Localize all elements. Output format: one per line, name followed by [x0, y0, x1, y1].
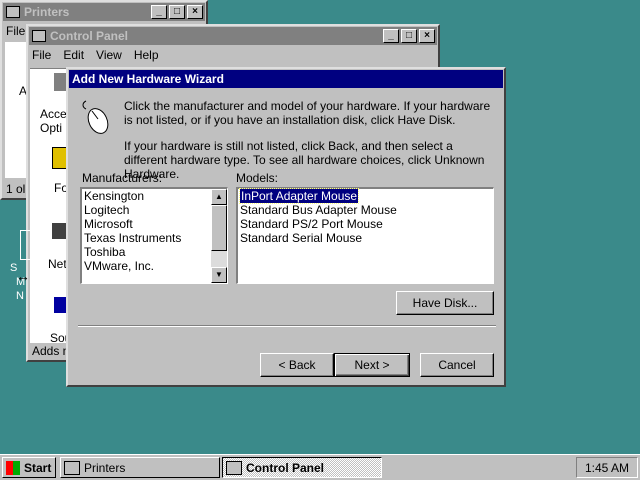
control-panel-titlebar[interactable]: Control Panel _ □ ×: [29, 27, 437, 45]
windows-logo-icon: [6, 460, 20, 475]
scroll-thumb[interactable]: [211, 205, 227, 251]
list-item[interactable]: Standard Bus Adapter Mouse: [238, 203, 493, 217]
wizard-title: Add New Hardware Wizard: [72, 72, 224, 86]
wizard-dialog: Add New Hardware Wizard Click the manufa…: [66, 67, 506, 387]
mouse-icon: [82, 100, 109, 134]
wizard-titlebar[interactable]: Add New Hardware Wizard: [69, 70, 503, 88]
scroll-up-icon[interactable]: ▲: [211, 189, 227, 205]
scroll-down-icon[interactable]: ▼: [211, 267, 227, 283]
back-button[interactable]: < Back: [260, 353, 334, 377]
control-panel-title: Control Panel: [50, 29, 129, 43]
printer-icon: [64, 460, 80, 475]
taskbar-item-label: Printers: [84, 460, 126, 475]
wizard-instruction-2: If your hardware is still not listed, cl…: [124, 139, 485, 181]
close-button[interactable]: ×: [419, 29, 435, 43]
maximize-button[interactable]: □: [169, 5, 185, 19]
menu-file[interactable]: File: [32, 48, 51, 62]
control-panel-icon: [32, 30, 46, 42]
list-item[interactable]: VMware, Inc.: [82, 259, 227, 273]
close-button[interactable]: ×: [187, 5, 203, 19]
manufacturers-label: Manufacturers:: [82, 171, 163, 185]
minimize-button[interactable]: _: [383, 29, 399, 43]
list-item-selected[interactable]: InPort Adapter Mouse: [238, 188, 493, 204]
list-item[interactable]: Logitech: [82, 203, 227, 217]
printers-content: A: [5, 42, 27, 178]
start-label: Start: [24, 460, 52, 475]
maximize-button[interactable]: □: [401, 29, 417, 43]
taskbar-item-control-panel[interactable]: Control Panel: [222, 457, 382, 478]
printers-status: 1 ol: [6, 182, 26, 196]
start-button[interactable]: Start: [2, 457, 56, 478]
taskbar-item-label: Control Panel: [246, 460, 325, 475]
manufacturers-list[interactable]: Kensington Logitech Microsoft Texas Inst…: [80, 187, 228, 284]
taskbar: Start Printers Control Panel 1:45 AM: [0, 454, 640, 480]
models-list[interactable]: InPort Adapter Mouse Standard Bus Adapte…: [236, 187, 494, 284]
cancel-button[interactable]: Cancel: [420, 353, 494, 377]
manufacturers-scrollbar[interactable]: ▲ ▼: [211, 189, 227, 283]
printer-icon: [6, 6, 20, 18]
menu-help[interactable]: Help: [134, 48, 159, 62]
minimize-button[interactable]: _: [151, 5, 167, 19]
wizard-instruction-1: Click the manufacturer and model of your…: [124, 99, 491, 127]
list-item[interactable]: Standard Serial Mouse: [238, 231, 493, 245]
next-button[interactable]: Next >: [334, 353, 410, 377]
list-item[interactable]: Texas Instruments: [82, 231, 227, 245]
list-item[interactable]: Kensington: [82, 189, 227, 203]
have-disk-button[interactable]: Have Disk...: [396, 291, 494, 315]
list-item[interactable]: Microsoft: [82, 217, 227, 231]
separator: [78, 325, 496, 327]
printers-title: Printers: [24, 5, 70, 19]
menu-file[interactable]: File: [6, 24, 25, 38]
list-item[interactable]: Standard PS/2 Port Mouse: [238, 217, 493, 231]
printers-titlebar[interactable]: Printers _ □ ×: [3, 3, 205, 21]
control-panel-icon: [226, 460, 242, 475]
clock[interactable]: 1:45 AM: [585, 461, 629, 475]
taskbar-item-printers[interactable]: Printers: [60, 457, 220, 478]
desktop-icon[interactable]: [20, 230, 30, 260]
models-label: Models:: [236, 171, 279, 185]
list-item[interactable]: Toshiba: [82, 245, 227, 259]
system-tray: 1:45 AM: [576, 457, 638, 478]
desktop-icon-label-3: N: [16, 290, 24, 302]
control-panel-menubar: File Edit View Help: [28, 46, 438, 64]
menu-edit[interactable]: Edit: [63, 48, 84, 62]
menu-view[interactable]: View: [96, 48, 122, 62]
resize-cursor-icon: ↔: [16, 268, 30, 284]
